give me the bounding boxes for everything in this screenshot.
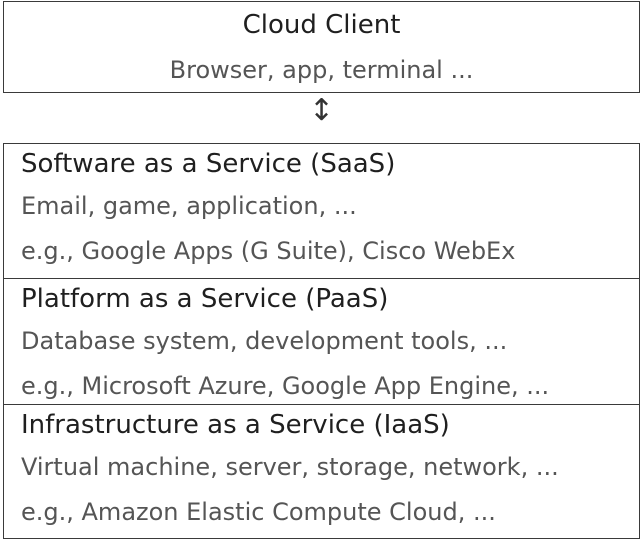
iaas-description: Virtual machine, server, storage, networ… xyxy=(21,453,559,481)
saas-examples: e.g., Google Apps (G Suite), Cisco WebEx xyxy=(21,237,516,265)
paas-examples: e.g., Microsoft Azure, Google App Engine… xyxy=(21,372,550,400)
cloud-client-box: Cloud Client Browser, app, terminal ... xyxy=(3,1,640,93)
iaas-layer: Infrastructure as a Service (IaaS) Virtu… xyxy=(4,404,639,539)
saas-description: Email, game, application, ... xyxy=(21,192,357,220)
bidirectional-arrow-icon: ↕ xyxy=(308,93,335,128)
iaas-examples: e.g., Amazon Elastic Compute Cloud, ... xyxy=(21,498,496,526)
saas-layer: Software as a Service (SaaS) Email, game… xyxy=(4,144,639,278)
service-stack: Software as a Service (SaaS) Email, game… xyxy=(3,143,640,539)
iaas-title: Infrastructure as a Service (IaaS) xyxy=(21,410,450,440)
cloud-client-subtitle: Browser, app, terminal ... xyxy=(169,56,474,84)
paas-description: Database system, development tools, ... xyxy=(21,327,508,355)
paas-layer: Platform as a Service (PaaS) Database sy… xyxy=(4,278,639,405)
paas-title: Platform as a Service (PaaS) xyxy=(21,284,389,314)
cloud-client-title: Cloud Client xyxy=(242,10,401,40)
saas-title: Software as a Service (SaaS) xyxy=(21,149,396,179)
